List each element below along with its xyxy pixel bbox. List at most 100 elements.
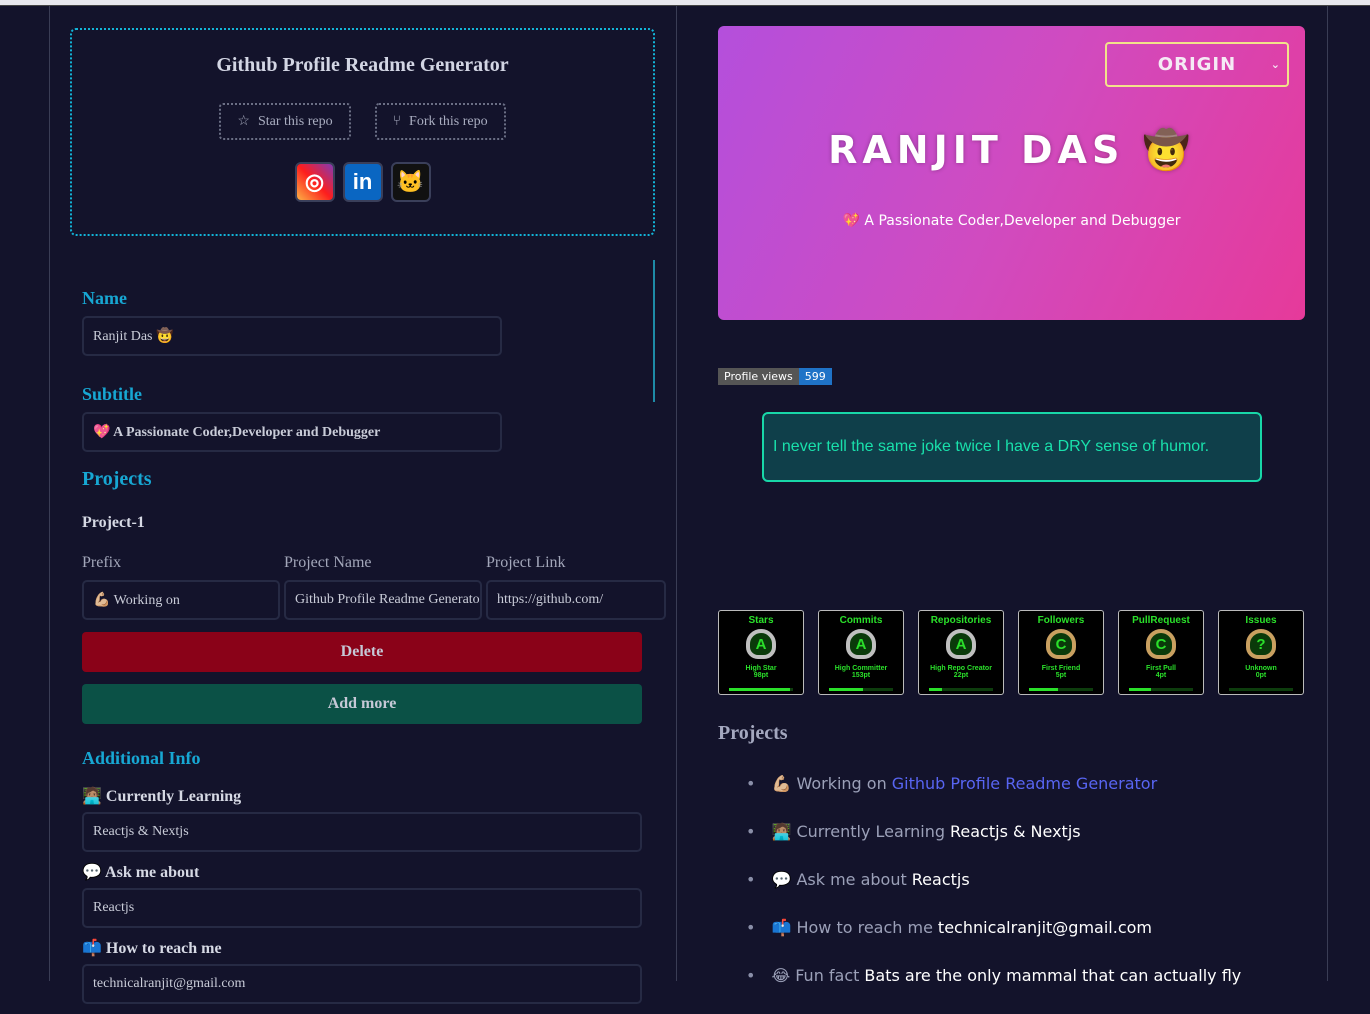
trophy-card: Issues ? Unknown 0pt	[1218, 610, 1304, 695]
trophy-points: 5pt	[1055, 672, 1067, 679]
banner-subtitle: 💖 A Passionate Coder,Developer and Debug…	[842, 213, 1181, 229]
star-repo-button[interactable]: ☆ Star this repo	[219, 103, 351, 140]
project-link[interactable]: Github Profile Readme Generator	[892, 774, 1157, 793]
trophy-icon: A	[846, 629, 876, 659]
item-value: technicalranjit@gmail.com	[937, 918, 1152, 937]
learning-label: 🧑🏽‍💻 Currently Learning	[82, 788, 242, 805]
project-list: 💪🏼 Working on Github Profile Readme Gener…	[746, 774, 1241, 1014]
project-link-header: Project Link	[486, 554, 566, 571]
trophy-icon: C	[1046, 629, 1076, 659]
trophy-label: Unknown	[1245, 665, 1277, 672]
trophy-progress	[829, 688, 893, 691]
additional-info-label: Additional Info	[82, 748, 201, 768]
trophy-rank: A	[755, 635, 767, 653]
trophy-progress	[1029, 688, 1093, 691]
list-item: 📫 How to reach metechnicalranjit@gmail.c…	[746, 918, 1241, 966]
trophy-progress	[1129, 688, 1193, 691]
trophy-title: Issues	[1245, 615, 1277, 626]
trophy-progress	[1229, 688, 1293, 691]
ask-label: 💬 Ask me about	[82, 864, 200, 881]
trophy-title: Commits	[839, 615, 883, 626]
item-prefix: 😂 Fun fact	[771, 966, 860, 985]
trophy-points: 153pt	[851, 672, 871, 679]
chevron-down-icon: ⌄	[1270, 58, 1281, 71]
list-item: 💬 Ask me aboutReactjs	[746, 870, 1241, 918]
item-value: Reactjs & Nextjs	[950, 822, 1081, 841]
scrollbar[interactable]	[653, 260, 655, 402]
linkedin-icon[interactable]: in	[342, 162, 383, 202]
projects-heading: Projects	[718, 722, 788, 744]
subtitle-input[interactable]: 💖 A Passionate Coder,Developer and Debug…	[82, 412, 502, 452]
trophy-points: 4pt	[1155, 672, 1167, 679]
profile-views-badge: Profile views 599	[718, 368, 832, 385]
views-count: 599	[798, 368, 832, 385]
trophy-progress	[729, 688, 793, 691]
name-input[interactable]: Ranjit Das 🤠	[82, 316, 502, 356]
item-value: Reactjs	[911, 870, 970, 889]
list-item: 💪🏼 Working on Github Profile Readme Gener…	[746, 774, 1241, 822]
project-name-input[interactable]: Github Profile Readme Generator	[284, 580, 482, 620]
item-value: Bats are the only mammal that can actual…	[864, 966, 1242, 985]
header-card: Github Profile Readme Generator ☆ Star th…	[70, 28, 655, 236]
ask-input[interactable]: Reactjs	[82, 888, 642, 928]
trophy-points: 0pt	[1255, 672, 1267, 679]
learning-input[interactable]: Reactjs & Nextjs	[82, 812, 642, 852]
fork-repo-button[interactable]: ⑂ Fork this repo	[374, 103, 506, 140]
trophy-rank: C	[1155, 635, 1167, 653]
instagram-icon[interactable]: ◎	[294, 162, 335, 202]
trophy-title: Stars	[748, 615, 774, 626]
trophy-icon: ?	[1246, 629, 1276, 659]
joke-card: I never tell the same joke twice I have …	[762, 412, 1262, 482]
item-prefix: 📫 How to reach me	[771, 918, 933, 937]
editor-panel: Github Profile Readme Generator ☆ Star th…	[50, 6, 676, 1004]
trophy-card: Repositories A High Repo Creator 22pt	[918, 610, 1004, 695]
trophy-label: High Star	[745, 665, 777, 672]
trophy-title: Followers	[1037, 615, 1085, 626]
trophy-points: 98pt	[753, 672, 769, 679]
project-title: Project-1	[82, 514, 145, 531]
trophy-title: PullRequest	[1132, 615, 1190, 626]
reach-label: 📫 How to reach me	[82, 940, 222, 957]
trophy-card: Followers C First Friend 5pt	[1018, 610, 1104, 695]
profile-banner: ORIGIN ⌄ RANJIT DAS 🤠 💖 A Passionate Code…	[718, 26, 1305, 320]
trophy-rank: A	[855, 635, 867, 653]
divider	[1327, 6, 1328, 981]
project-name-header: Project Name	[284, 554, 372, 571]
trophy-icon: A	[746, 629, 776, 659]
banner-name: RANJIT DAS 🤠	[828, 128, 1195, 172]
trophy-rank: A	[955, 635, 967, 653]
views-label: Profile views	[718, 368, 799, 385]
subtitle-label: Subtitle	[82, 384, 143, 404]
trophy-points: 22pt	[953, 672, 969, 679]
trophy-icon: A	[946, 629, 976, 659]
trophy-label: First Friend	[1041, 665, 1081, 672]
fork-icon: ⑂	[392, 113, 402, 129]
theme-value: ORIGIN	[1157, 54, 1237, 75]
trophy-progress	[929, 688, 993, 691]
star-icon: ☆	[237, 114, 250, 129]
preview-panel: ORIGIN ⌄ RANJIT DAS 🤠 💖 A Passionate Code…	[677, 6, 1327, 985]
projects-label: Projects	[82, 468, 152, 490]
list-item: 😂 Fun factBats are the only mammal that …	[746, 966, 1241, 1014]
delete-button[interactable]: Delete	[82, 632, 642, 672]
list-item: 🧑🏽‍💻 Currently Learning Reactjs & Nextjs	[746, 822, 1241, 870]
trophy-title: Repositories	[930, 615, 992, 626]
trophy-label: High Repo Creator	[930, 665, 992, 672]
theme-select[interactable]: ORIGIN ⌄	[1105, 42, 1289, 87]
trophy-label: First Pull	[1146, 665, 1176, 672]
trophy-label: High Committer	[834, 665, 888, 672]
item-prefix: 🧑🏽‍💻 Currently Learning	[771, 822, 945, 841]
trophy-card: PullRequest C First Pull 4pt	[1118, 610, 1204, 695]
project-link-input[interactable]: https://github.com/	[486, 580, 666, 620]
fork-label: Fork this repo	[409, 113, 488, 129]
prefix-input[interactable]: 💪🏼 Working on	[82, 580, 280, 620]
item-prefix: 💪🏼 Working on	[771, 774, 887, 793]
trophy-card: Stars A High Star 98pt	[718, 610, 804, 695]
trophy-card: Commits A High Committer 153pt	[818, 610, 904, 695]
github-icon[interactable]: 🐱	[390, 162, 431, 202]
trophy-icon: C	[1146, 629, 1176, 659]
name-label: Name	[82, 288, 127, 308]
add-more-button[interactable]: Add more	[82, 684, 642, 724]
reach-input[interactable]: technicalranjit@gmail.com	[82, 964, 642, 1004]
prefix-header: Prefix	[82, 554, 122, 571]
